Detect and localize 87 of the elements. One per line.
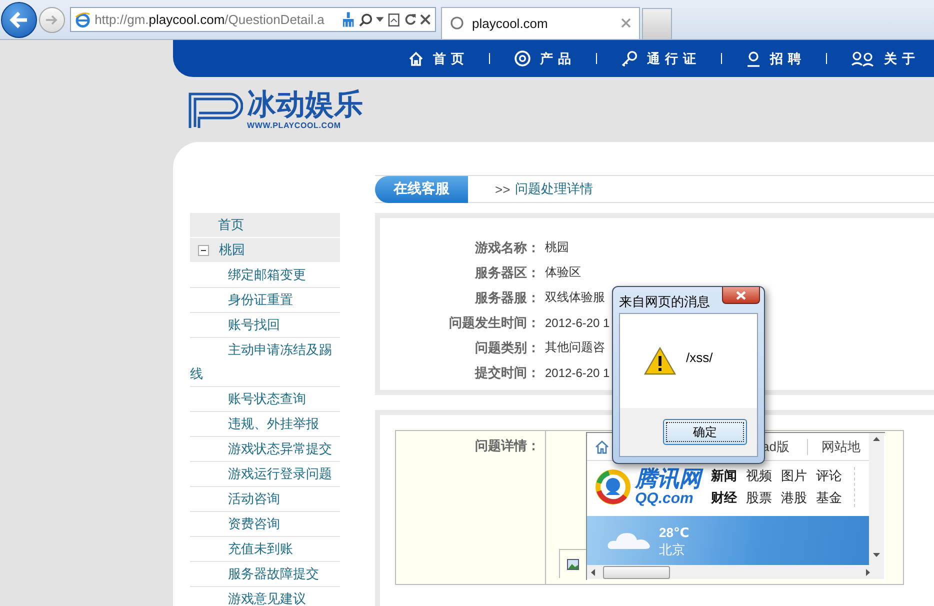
sidebar-subitem[interactable]: 充值未到账 xyxy=(190,537,340,562)
field-label: 问题详情： xyxy=(475,438,540,453)
caret-icon[interactable] xyxy=(376,17,384,22)
sidebar-subitem[interactable]: 游戏状态异常提交 xyxy=(190,437,340,462)
field-value: 体验区 xyxy=(544,264,581,281)
arrow-left-icon xyxy=(9,10,29,28)
disc-icon xyxy=(514,50,531,67)
scroll-right-icon[interactable] xyxy=(866,568,870,576)
news-link[interactable]: 财经 xyxy=(711,489,746,507)
top-link[interactable]: 网站地 xyxy=(821,438,860,456)
news-link[interactable]: 新闻 xyxy=(711,467,746,485)
site-logo-name: 腾讯网 xyxy=(635,467,701,491)
news-link[interactable]: 股票 xyxy=(746,489,781,507)
field-value: 桃园 xyxy=(544,239,569,256)
sidebar-subitem[interactable]: 活动咨询 xyxy=(190,487,340,512)
url-text: http://gm.playcool.com/QuestionDetail.a xyxy=(94,12,326,27)
sidebar-subitem[interactable]: 违规、外挂举报 xyxy=(190,412,340,437)
sidebar-item[interactable]: 首页 xyxy=(190,213,340,238)
sidebar-subitem[interactable]: 资费咨询 xyxy=(190,512,340,537)
sidebar-subitem[interactable]: 主动申请冻结及踢线 xyxy=(190,338,340,387)
logo-mark-icon xyxy=(187,90,243,128)
nav-link[interactable]: 通行证 xyxy=(621,50,701,68)
page-icon[interactable] xyxy=(388,12,400,26)
news-link[interactable]: 视频 xyxy=(746,467,781,485)
cloud-icon xyxy=(607,532,653,550)
close-icon xyxy=(736,290,746,300)
dialog-title: 来自网页的消息 xyxy=(618,293,710,311)
city-text: 北京 xyxy=(659,542,686,558)
person-icon xyxy=(746,50,761,66)
sidebar-item[interactable]: 桃园 xyxy=(190,238,340,263)
nav-link[interactable]: 关于 xyxy=(851,50,920,68)
nav-link[interactable]: 招聘 xyxy=(746,50,806,68)
arrow-right-icon xyxy=(45,14,59,26)
news-link[interactable]: 港股 xyxy=(781,489,816,507)
sidebar-subitem[interactable]: 游戏意见建议 xyxy=(190,587,340,606)
field-value: 2012-6-20 1 xyxy=(544,366,610,380)
home-icon[interactable] xyxy=(595,440,609,454)
news-link[interactable]: 基金 xyxy=(816,489,851,507)
site-logo-domain: QQ.com xyxy=(635,491,694,507)
people-icon xyxy=(851,50,875,66)
ok-button[interactable]: 确定 xyxy=(663,419,747,445)
sidebar-subitem[interactable]: 身份证重置 xyxy=(190,288,340,313)
field-label: 服务器区： xyxy=(474,264,540,282)
sidebar-subitem[interactable]: 游戏运行登录问题 xyxy=(190,462,340,487)
field-label: 问题类别： xyxy=(474,338,540,356)
sidebar-subitem[interactable]: 绑定邮箱变更 xyxy=(190,263,340,288)
nav-link[interactable]: 产品 xyxy=(514,50,576,68)
field-value: 2012-6-20 1 xyxy=(544,316,610,330)
vertical-scrollbar[interactable] xyxy=(869,433,884,565)
brush-icon[interactable] xyxy=(342,12,355,27)
breadcrumb-separator: >> xyxy=(495,182,510,196)
refresh-icon[interactable] xyxy=(404,13,416,26)
scroll-left-icon[interactable] xyxy=(591,568,595,576)
scroll-down-icon[interactable] xyxy=(873,553,880,557)
home-icon xyxy=(408,50,424,66)
news-link[interactable]: 评论 xyxy=(816,467,851,485)
field-value: 双线体验服 xyxy=(544,289,605,306)
nav-link[interactable]: 首页 xyxy=(408,50,469,68)
image-icon xyxy=(567,558,579,570)
temperature-text: 28℃ xyxy=(659,524,690,542)
sidebar-subitem[interactable]: 账号找回 xyxy=(190,313,340,338)
warning-icon xyxy=(644,347,676,375)
sidebar-subitem[interactable]: 服务器故障提交 xyxy=(190,562,340,587)
key-icon xyxy=(621,50,638,67)
close-icon[interactable] xyxy=(420,14,431,25)
search-icon[interactable] xyxy=(358,12,372,26)
sidebar-subitem[interactable]: 账号状态查询 xyxy=(190,387,340,412)
browser-tab[interactable]: playcool.com xyxy=(441,6,640,38)
field-label: 提交时间： xyxy=(474,364,540,382)
back-button[interactable] xyxy=(1,2,37,38)
scroll-up-icon[interactable] xyxy=(873,437,880,441)
field-value: 其他问题咨 xyxy=(544,339,605,356)
breadcrumb-link[interactable]: 问题处理详情 xyxy=(515,180,594,198)
logo-name: 冰动娱乐 xyxy=(247,89,363,121)
field-label: 问题发生时间： xyxy=(448,314,540,332)
collapse-icon[interactable] xyxy=(198,244,209,256)
logo-icon xyxy=(595,469,631,505)
field-label: 游戏名称： xyxy=(474,238,540,256)
address-field[interactable]: http://gm.playcool.com/QuestionDetail.a xyxy=(70,7,436,32)
browser-logo-icon xyxy=(75,12,91,28)
dialog-message: /xss/ xyxy=(686,350,713,364)
close-button[interactable] xyxy=(722,287,760,304)
logo-site: WWW.PLAYCOOL.COM xyxy=(247,121,342,130)
field-label: 服务器服： xyxy=(474,288,540,306)
horizontal-scrollbar[interactable] xyxy=(587,565,884,579)
news-link[interactable]: 图片 xyxy=(781,467,816,485)
ring-icon xyxy=(450,16,464,30)
